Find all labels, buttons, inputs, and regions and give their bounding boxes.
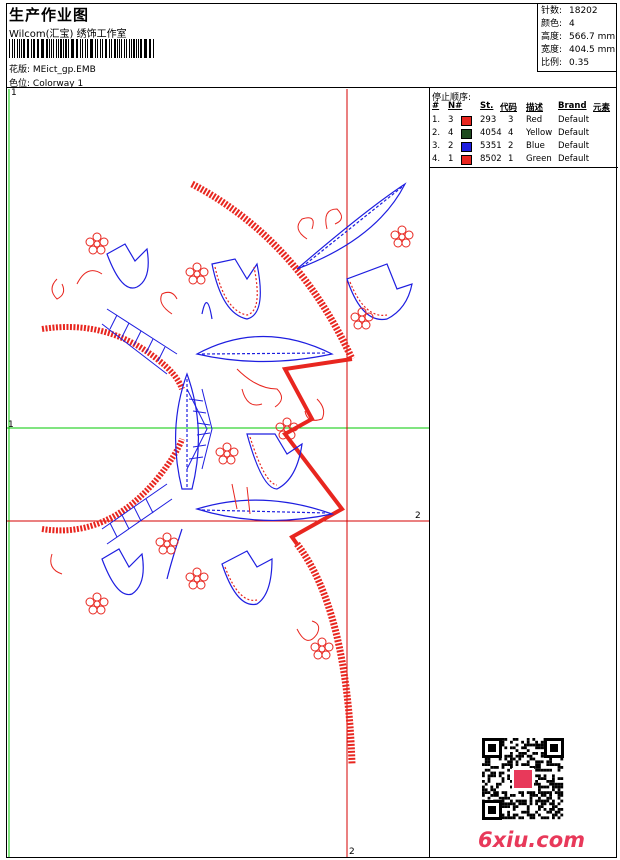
company-name: Wilcom(汇宝) 绣饰工作室 xyxy=(9,29,127,40)
stop-needle: 4 xyxy=(448,128,454,138)
col-element: 元素 xyxy=(593,103,611,113)
header: 生产作业图 Wilcom(汇宝) 绣饰工作室 花版: MEict_gp.EMB … xyxy=(6,3,617,89)
stop-row: 2. 4 4054 4 Yellow Default xyxy=(432,128,618,140)
stop-stitches: 8502 xyxy=(480,154,502,164)
stop-num: 1. xyxy=(432,115,441,125)
stop-num: 2. xyxy=(432,128,441,138)
stop-code: 2 xyxy=(508,141,514,151)
stop-needle: 3 xyxy=(448,115,454,125)
stop-desc: Red xyxy=(526,115,543,125)
stop-code: 4 xyxy=(508,128,514,138)
embroidery-canvas xyxy=(7,89,429,857)
colorway-value: Colorway 1 xyxy=(32,79,84,89)
stop-stitches: 5351 xyxy=(480,141,502,151)
design-value: MEict_gp.EMB xyxy=(32,65,96,75)
stop-code: 1 xyxy=(508,154,514,164)
thread-swatch xyxy=(461,116,472,126)
col-desc: 描述 xyxy=(526,103,544,113)
stat-height: 高度: 566.7 mm xyxy=(541,32,616,42)
leaf-group xyxy=(166,182,407,580)
ladder-upper xyxy=(101,308,178,375)
stop-desc: Green xyxy=(526,154,552,164)
thread-swatch xyxy=(461,142,472,152)
stat-width: 宽度: 404.5 mm xyxy=(541,45,616,55)
stop-stitches: 293 xyxy=(480,115,497,125)
thread-swatch xyxy=(461,129,472,139)
stop-brand: Default xyxy=(558,115,590,125)
stop-sequence-divider xyxy=(430,167,618,168)
guide-marker-bottom: 2 xyxy=(349,847,355,857)
stop-brand: Default xyxy=(558,154,590,164)
stop-desc: Blue xyxy=(526,141,545,151)
col-st: St. xyxy=(480,101,494,111)
guide-marker-top-left: 1 xyxy=(11,88,17,98)
stop-stitches: 4054 xyxy=(480,128,502,138)
col-brand: Brand xyxy=(558,101,587,111)
stop-brand: Default xyxy=(558,128,590,138)
barcode xyxy=(9,39,155,58)
thread-swatch xyxy=(461,155,472,165)
tulip-flowers xyxy=(101,243,413,606)
stop-brand: Default xyxy=(558,141,590,151)
col-n: N# xyxy=(448,101,463,111)
design-label: 花版: xyxy=(9,65,31,75)
guide-marker-right-mid: 2 xyxy=(415,511,421,521)
stop-row: 1. 3 293 3 Red Default xyxy=(432,115,618,127)
arc-band-lower xyxy=(294,541,356,765)
stop-sequence-panel: 停止顺序: # N# St. 代码 描述 Brand 元素 1. 3 293 3 Red… xyxy=(429,88,618,858)
stat-scale: 比例: 0.35 xyxy=(541,58,590,68)
col-num: # xyxy=(432,101,440,111)
col-code: 代码 xyxy=(500,103,518,113)
stop-row: 3. 2 5351 2 Blue Default xyxy=(432,141,618,153)
qr-code xyxy=(482,738,564,820)
design-file: 花版: MEict_gp.EMB xyxy=(9,62,96,75)
stop-num: 4. xyxy=(432,154,441,164)
colorway: 色位: Colorway 1 xyxy=(9,76,83,89)
guide-marker-left-mid: 1 xyxy=(8,420,14,430)
stop-needle: 1 xyxy=(448,154,454,164)
scallop-band-upper xyxy=(41,324,185,391)
stop-desc: Yellow xyxy=(526,128,553,138)
watermark-logo: 6xiu.com xyxy=(478,828,586,852)
page-title: 生产作业图 xyxy=(9,6,90,24)
stat-colors: 颜色: 4 xyxy=(541,19,575,29)
stop-code: 3 xyxy=(508,115,514,125)
stat-stitches: 针数: 18202 xyxy=(541,6,598,16)
stop-needle: 2 xyxy=(448,141,454,151)
stop-row: 4. 1 8502 1 Green Default xyxy=(432,154,618,166)
stats-box: 针数: 18202 颜色: 4 高度: 566.7 mm 宽度: 404.5 mm 比例… xyxy=(537,3,617,72)
stop-num: 3. xyxy=(432,141,441,151)
ladder-center xyxy=(186,388,213,470)
scallop-band-lower xyxy=(41,437,185,534)
